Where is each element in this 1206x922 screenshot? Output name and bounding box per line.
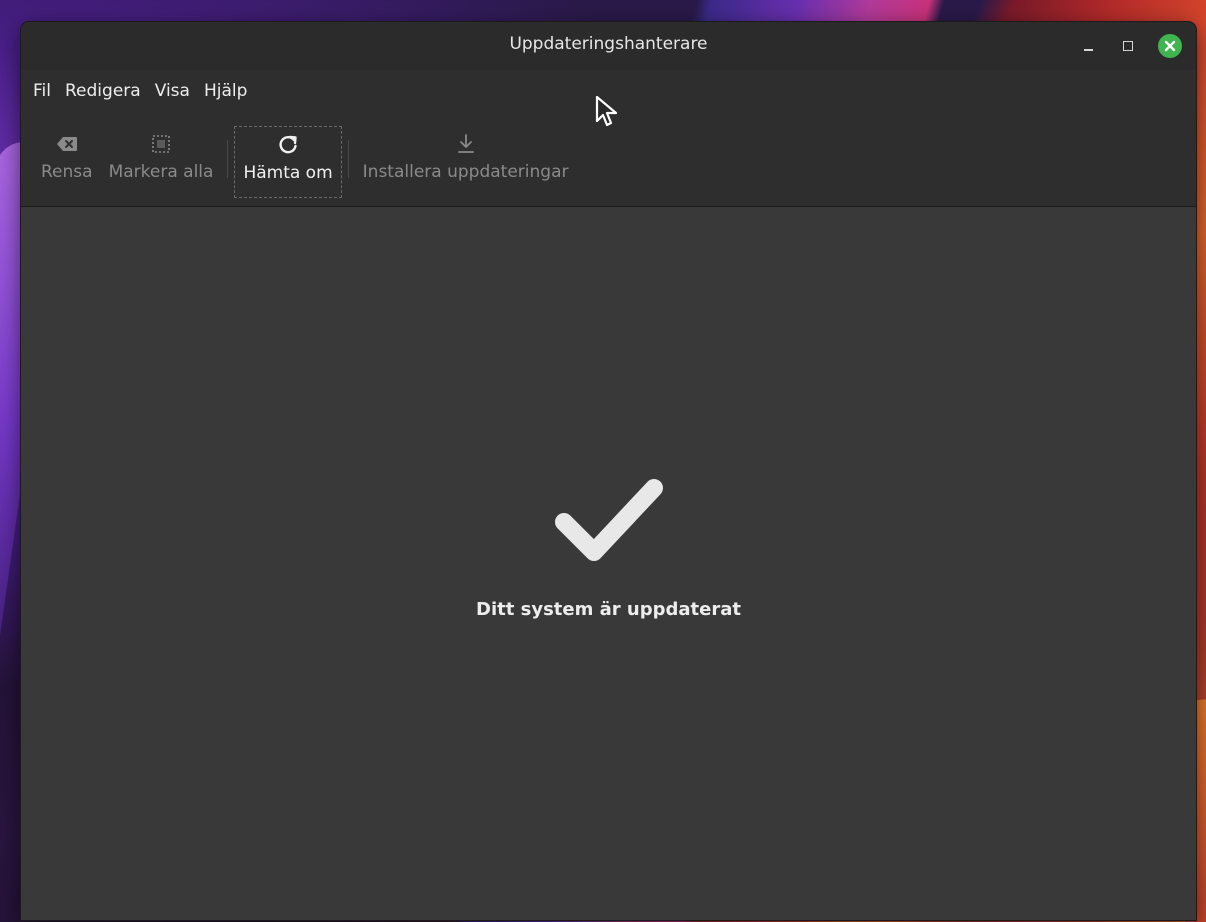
update-manager-window: Uppdateringshanterare Fil Redigera Visa … <box>21 22 1196 920</box>
close-button[interactable] <box>1158 34 1182 58</box>
menu-edit[interactable]: Redigera <box>58 79 148 107</box>
download-icon <box>457 134 474 153</box>
menu-view[interactable]: Visa <box>148 79 197 107</box>
maximize-button[interactable] <box>1118 36 1138 56</box>
refresh-button[interactable]: Hämta om <box>234 126 342 198</box>
clear-button-label: Rensa <box>41 162 93 182</box>
clear-button[interactable]: Rensa <box>33 126 101 198</box>
maximize-icon <box>1123 41 1133 51</box>
menubar: Fil Redigera Visa Hjälp <box>21 79 254 107</box>
toolbar-separator <box>227 140 229 178</box>
toolbar: Rensa Markera alla Hämta om Installera u… <box>21 122 576 200</box>
minimize-icon <box>1083 49 1093 51</box>
status-message: Ditt system är uppdaterat <box>476 599 741 620</box>
close-icon <box>1164 40 1176 52</box>
menu-file[interactable]: Fil <box>26 79 58 107</box>
select-all-icon <box>152 135 170 153</box>
titlebar[interactable]: Uppdateringshanterare <box>21 22 1196 70</box>
minimize-button[interactable] <box>1078 36 1098 56</box>
mouse-pointer-icon <box>595 95 618 127</box>
refresh-icon <box>279 135 297 154</box>
window-title: Uppdateringshanterare <box>509 34 708 54</box>
select-all-button-label: Markera alla <box>108 162 214 182</box>
main-content: Ditt system är uppdaterat <box>21 207 1196 920</box>
menu-help[interactable]: Hjälp <box>197 79 254 107</box>
checkmark-icon <box>555 479 663 561</box>
install-updates-button-label: Installera uppdateringar <box>362 162 569 182</box>
refresh-button-label: Hämta om <box>243 163 333 183</box>
install-updates-button[interactable]: Installera uppdateringar <box>355 126 577 198</box>
select-all-button[interactable]: Markera alla <box>101 126 222 198</box>
toolbar-separator <box>347 140 349 178</box>
window-controls <box>1078 34 1182 58</box>
backspace-icon <box>56 137 77 151</box>
